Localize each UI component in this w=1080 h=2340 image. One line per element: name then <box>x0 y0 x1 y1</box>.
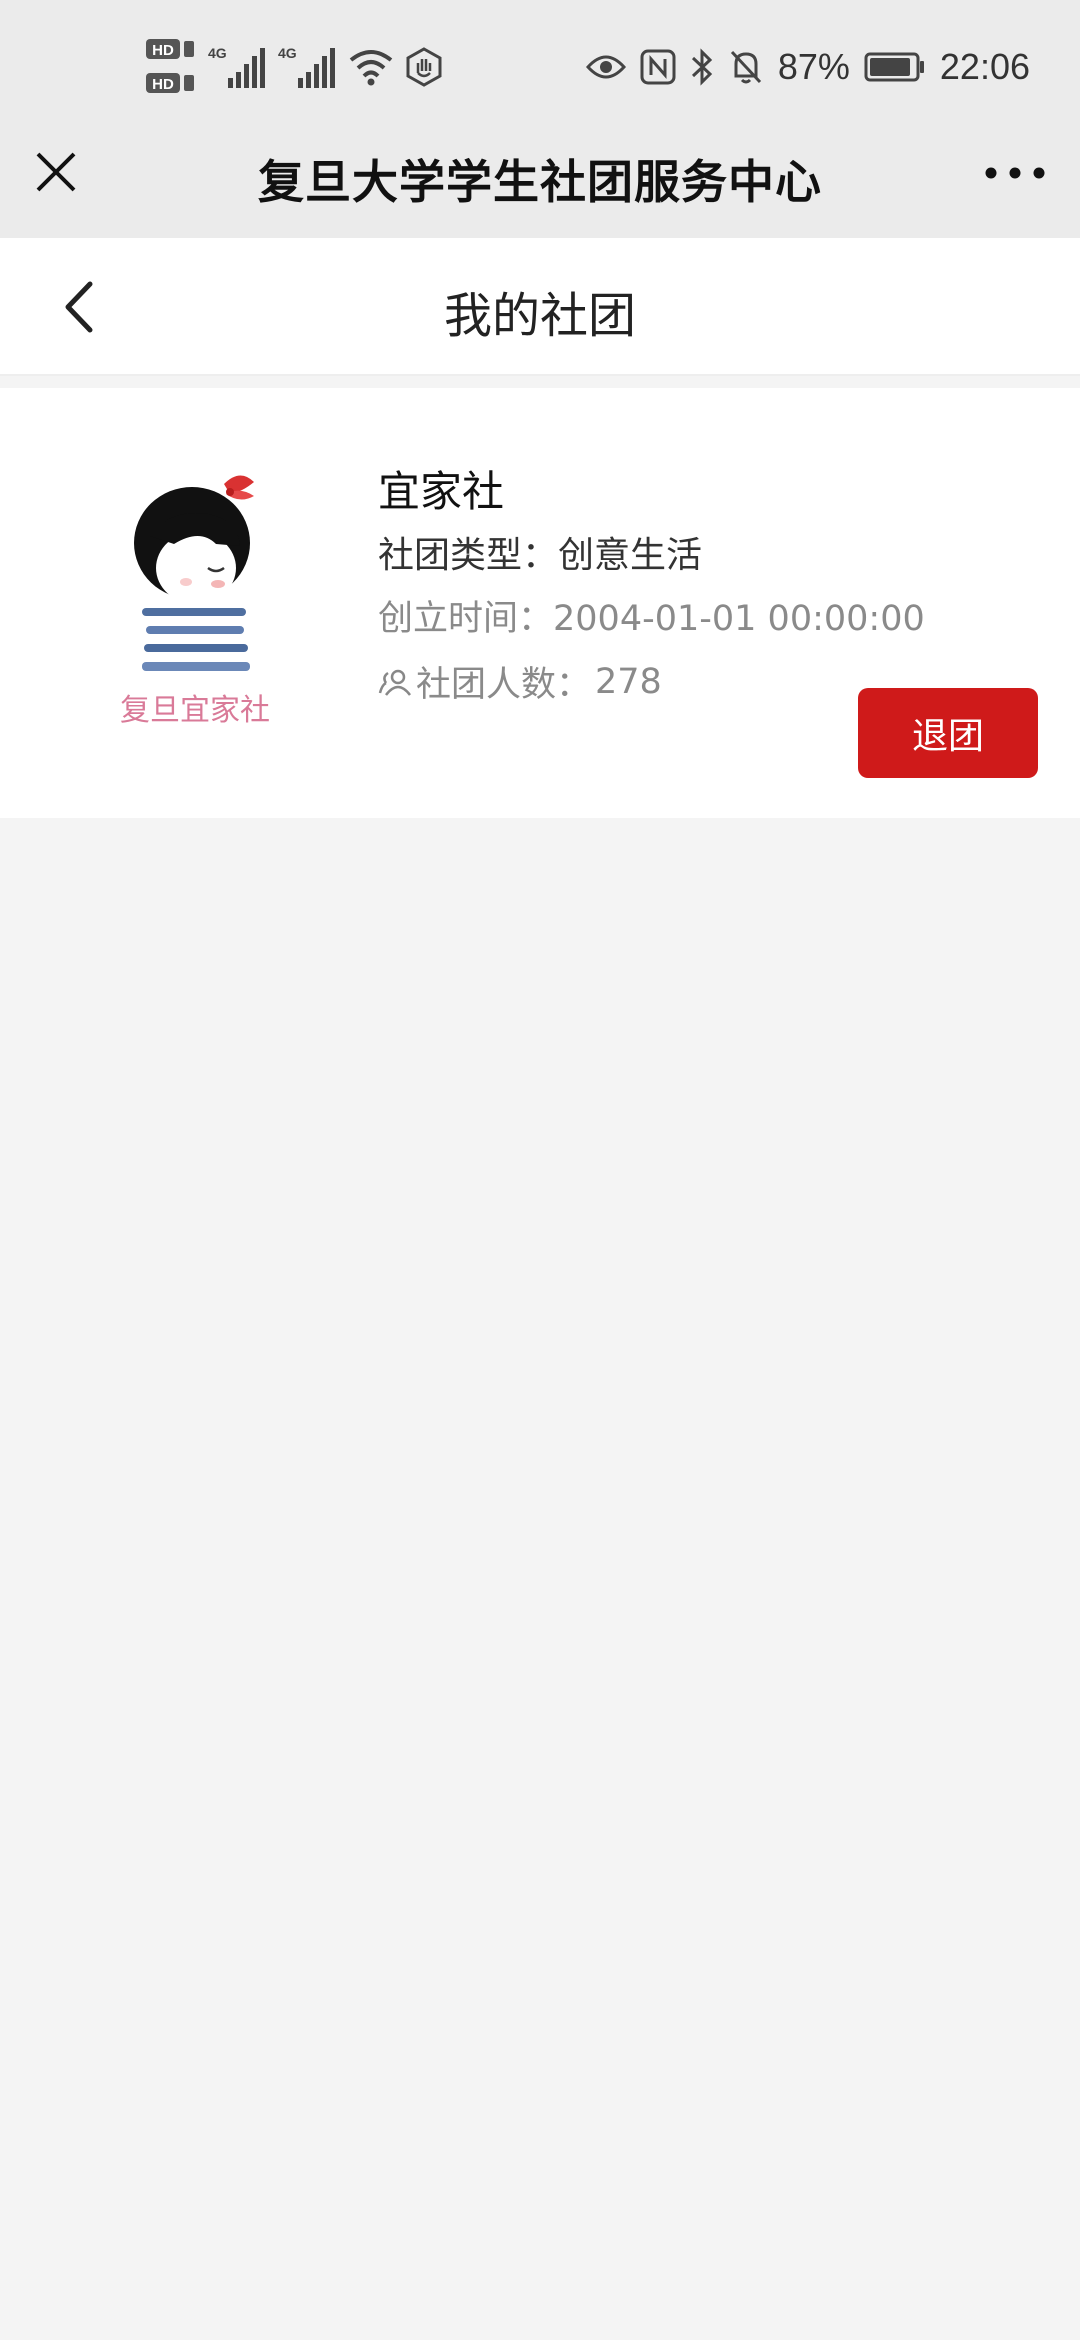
leave-club-button[interactable]: 退团 <box>858 688 1038 778</box>
signal-icon: 4G <box>208 45 265 88</box>
battery-icon <box>864 52 924 82</box>
bluetooth-icon <box>691 48 712 86</box>
eye-icon <box>585 55 626 79</box>
clock: 22:06 <box>939 46 1030 87</box>
svg-text:HD: HD <box>152 76 174 93</box>
club-logo-illustration: 复旦宜家社 <box>120 475 270 728</box>
status-left: HD HD 4G 4G <box>146 32 444 102</box>
more-icon <box>985 167 1045 179</box>
nfc-icon <box>640 49 676 85</box>
more-button[interactable] <box>980 148 1050 198</box>
club-type-value: 创意生活 <box>558 535 703 576</box>
page-title: 我的社团 <box>443 288 636 344</box>
club-founded: 创立时间：2004-01-01 00:00:00 <box>378 590 925 641</box>
svg-text:复旦宜家社: 复旦宜家社 <box>120 693 270 728</box>
svg-text:4G: 4G <box>208 45 227 61</box>
status-bar: HD HD 4G 4G 87% 22:06 <box>0 0 1080 132</box>
status-right: 87% 22:06 <box>585 32 1030 102</box>
members-icon <box>378 669 411 696</box>
club-card[interactable]: 复旦宜家社 宜家社 社团类型：创意生活 创立时间：2004-01-01 00:0… <box>0 388 1080 818</box>
club-members: 社团人数： 278 <box>378 656 662 707</box>
club-founded-label: 创立时间： <box>378 599 554 639</box>
signal-icon: 4G <box>278 45 335 88</box>
mute-icon <box>730 50 761 84</box>
page-header: 我的社团 <box>0 238 1080 376</box>
club-founded-value: 2004-01-01 00:00:00 <box>553 599 925 639</box>
svg-text:HD: HD <box>152 42 174 59</box>
club-type-label: 社团类型： <box>378 535 559 576</box>
club-members-value: 278 <box>595 661 662 702</box>
club-name: 宜家社 <box>378 467 505 516</box>
hd-icon: HD HD <box>146 39 194 93</box>
wifi-icon <box>349 50 393 86</box>
webview-title: 复旦大学学生社团服务中心 <box>258 155 822 209</box>
hand-icon <box>406 47 442 87</box>
club-logo: 复旦宜家社 <box>90 448 300 738</box>
club-members-label: 社团人数： <box>416 665 592 705</box>
webview-header: 复旦大学学生社团服务中心 <box>0 118 1080 238</box>
club-type: 社团类型：创意生活 <box>378 526 702 578</box>
battery-percent: 87% <box>777 46 850 87</box>
svg-text:4G: 4G <box>278 45 297 61</box>
